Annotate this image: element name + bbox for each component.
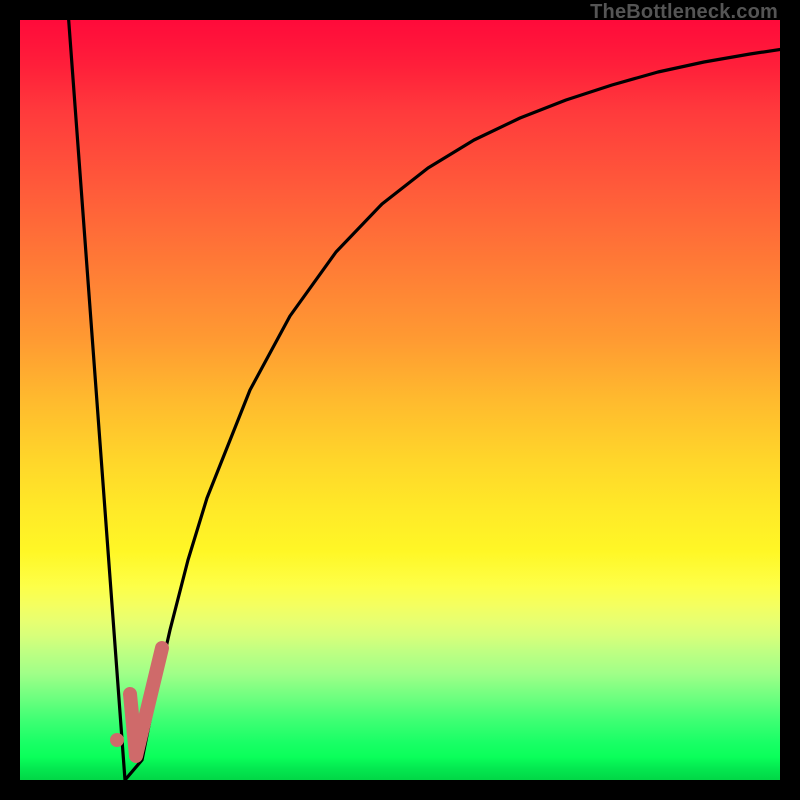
marker-dot [110, 733, 124, 747]
bottleneck-curve [62, 20, 780, 780]
chart-svg [20, 20, 780, 780]
outer-frame: TheBottleneck.com [0, 0, 800, 800]
plot-area [20, 20, 780, 780]
watermark-text: TheBottleneck.com [590, 1, 778, 24]
marker-tick [130, 648, 162, 756]
